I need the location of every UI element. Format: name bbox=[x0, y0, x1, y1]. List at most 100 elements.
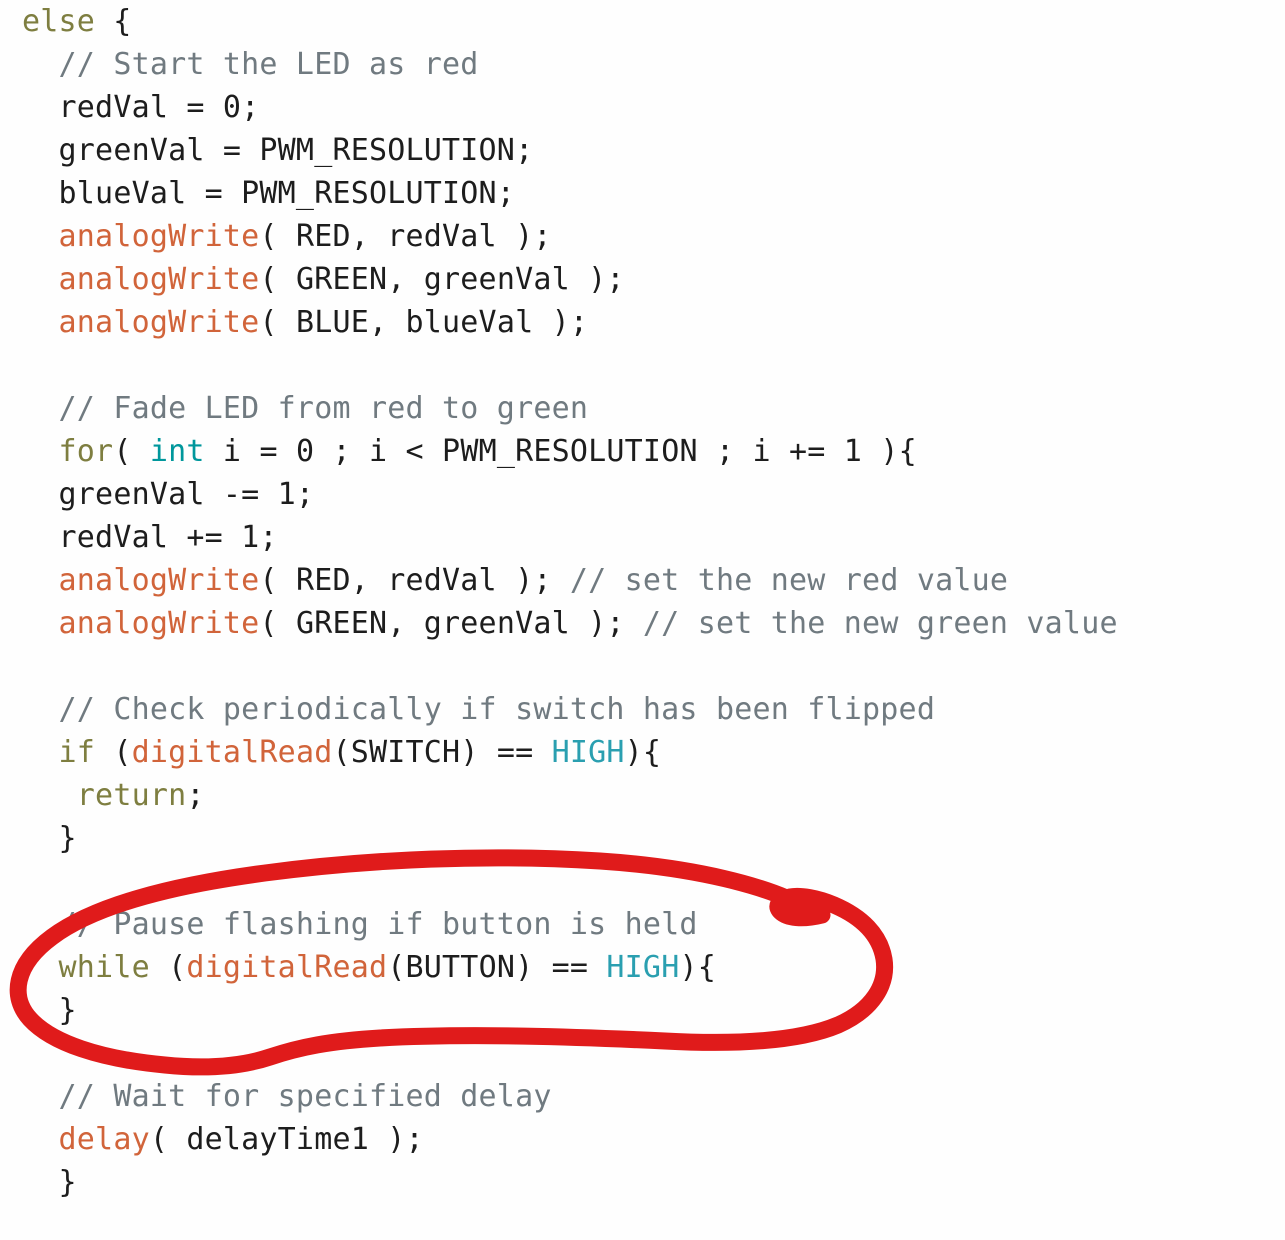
code-line-24: } bbox=[0, 989, 1285, 1032]
code-token-fn: analogWrite bbox=[58, 606, 260, 641]
code-line-2: // Start the LED as red bbox=[0, 43, 1285, 86]
code-token-pl: ( RED, redVal ); bbox=[259, 563, 570, 598]
code-token-cm: // Pause flashing if button is held bbox=[58, 907, 698, 942]
code-token-fn: analogWrite bbox=[58, 262, 260, 297]
code-token-pl: ( delayTime1 ); bbox=[149, 1122, 424, 1157]
code-token-pl: redVal = 0; bbox=[58, 90, 260, 125]
code-token-cm: // Fade LED from red to green bbox=[58, 391, 589, 426]
code-token-kw: for bbox=[58, 434, 114, 469]
code-token-pl: ( GREEN, greenVal ); bbox=[259, 262, 625, 297]
code-token-cm: // set the new green value bbox=[642, 606, 1118, 641]
code-token-kw: if bbox=[58, 735, 96, 770]
code-screenshot-page: else { // Start the LED as red redVal = … bbox=[0, 0, 1285, 1240]
code-token-pl: ( bbox=[95, 735, 132, 770]
code-line-27: delay( delayTime1 ); bbox=[0, 1118, 1285, 1161]
code-token-pl: } bbox=[58, 1165, 77, 1200]
code-token-kw: while bbox=[58, 950, 150, 985]
code-line-13: redVal += 1; bbox=[0, 516, 1285, 559]
code-token-pl: ( RED, redVal ); bbox=[259, 219, 552, 254]
code-line-15: analogWrite( GREEN, greenVal ); // set t… bbox=[0, 602, 1285, 645]
code-token-pl: ){ bbox=[679, 950, 716, 985]
code-token-pl: i = 0 ; i < PWM_RESOLUTION ; i += 1 ){ bbox=[204, 434, 917, 469]
code-line-10: // Fade LED from red to green bbox=[0, 387, 1285, 430]
code-line-7: analogWrite( GREEN, greenVal ); bbox=[0, 258, 1285, 301]
code-line-26: // Wait for specified delay bbox=[0, 1075, 1285, 1118]
code-token-pl: ( bbox=[113, 434, 150, 469]
code-token-pl: greenVal = PWM_RESOLUTION; bbox=[58, 133, 534, 168]
code-line-12: greenVal -= 1; bbox=[0, 473, 1285, 516]
code-line-11: for( int i = 0 ; i < PWM_RESOLUTION ; i … bbox=[0, 430, 1285, 473]
code-token-pl: { bbox=[95, 4, 132, 39]
code-token-fn: delay bbox=[58, 1122, 150, 1157]
code-line-1: else { bbox=[0, 0, 1285, 43]
code-token-pl: ){ bbox=[624, 735, 662, 770]
code-line-14: analogWrite( RED, redVal ); // set the n… bbox=[0, 559, 1285, 602]
code-token-pl: blueVal = PWM_RESOLUTION; bbox=[58, 176, 516, 211]
code-token-kw: else bbox=[22, 4, 96, 39]
code-line-5: blueVal = PWM_RESOLUTION; bbox=[0, 172, 1285, 215]
code-line-8: analogWrite( BLUE, blueVal ); bbox=[0, 301, 1285, 344]
code-token-cm: // Check periodically if switch has been… bbox=[58, 692, 936, 727]
code-token-pl: ; bbox=[186, 778, 205, 813]
code-token-cst: HIGH bbox=[551, 735, 625, 770]
code-line-28: } bbox=[0, 1161, 1285, 1204]
code-token-pl: } bbox=[58, 821, 77, 856]
code-token-cst: HIGH bbox=[606, 950, 680, 985]
code-token-cm: // Wait for specified delay bbox=[58, 1079, 552, 1114]
code-token-cm: // Start the LED as red bbox=[58, 47, 479, 82]
code-token-type: int bbox=[149, 434, 205, 469]
code-token-fn: analogWrite bbox=[58, 305, 260, 340]
code-line-20: } bbox=[0, 817, 1285, 860]
code-line-18: if (digitalRead(SWITCH) == HIGH){ bbox=[0, 731, 1285, 774]
code-token-pl: redVal += 1; bbox=[58, 520, 278, 555]
code-line-17: // Check periodically if switch has been… bbox=[0, 688, 1285, 731]
code-line-19: return; bbox=[0, 774, 1285, 817]
code-line-3: redVal = 0; bbox=[0, 86, 1285, 129]
code-token-pl: } bbox=[58, 993, 77, 1028]
code-token-kw: return bbox=[76, 778, 187, 813]
code-line-22: // Pause flashing if button is held bbox=[0, 903, 1285, 946]
code-line-4: greenVal = PWM_RESOLUTION; bbox=[0, 129, 1285, 172]
code-block[interactable]: else { // Start the LED as red redVal = … bbox=[0, 0, 1285, 1204]
code-line-23: while (digitalRead(BUTTON) == HIGH){ bbox=[0, 946, 1285, 989]
code-token-pl: ( bbox=[149, 950, 187, 985]
code-token-pl: (BUTTON) == bbox=[387, 950, 607, 985]
code-line-6: analogWrite( RED, redVal ); bbox=[0, 215, 1285, 258]
code-token-fn: digitalRead bbox=[131, 735, 333, 770]
code-token-fn: analogWrite bbox=[58, 563, 260, 598]
code-token-cm: // set the new red value bbox=[569, 563, 1009, 598]
code-token-pl: ( GREEN, greenVal ); bbox=[259, 606, 643, 641]
code-token-pl: ( BLUE, blueVal ); bbox=[259, 305, 589, 340]
code-token-pl: (SWITCH) == bbox=[332, 735, 552, 770]
code-token-fn: analogWrite bbox=[58, 219, 260, 254]
code-token-fn: digitalRead bbox=[186, 950, 388, 985]
